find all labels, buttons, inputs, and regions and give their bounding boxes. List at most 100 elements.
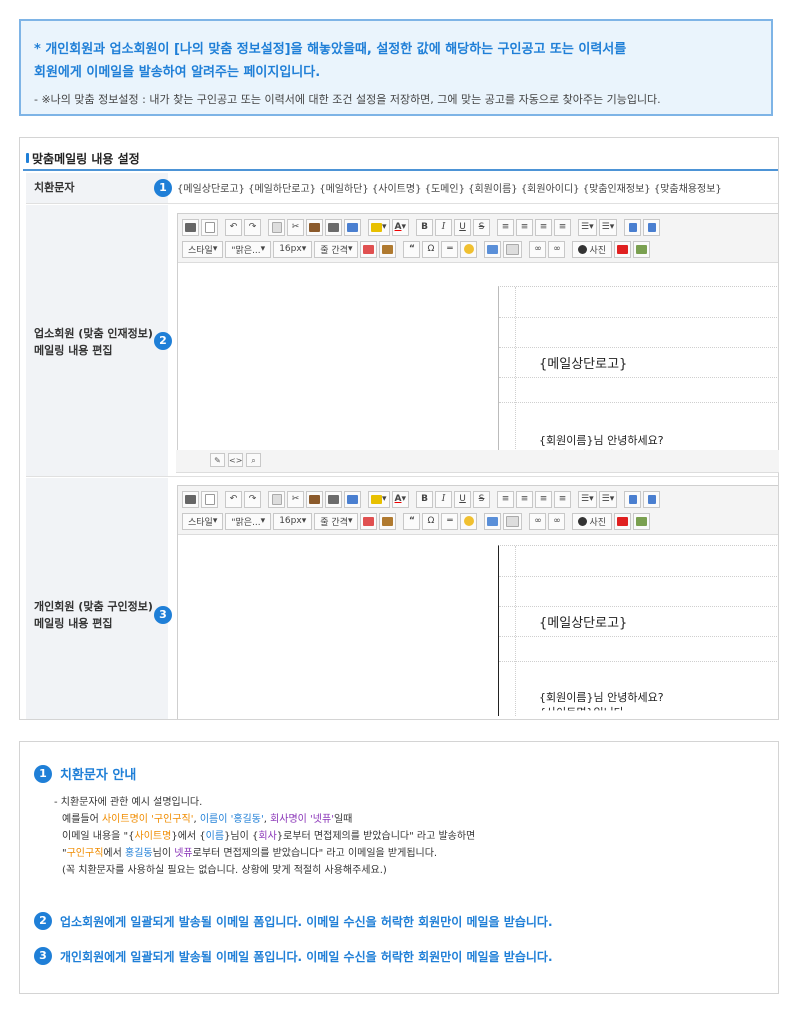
- quote-button[interactable]: “: [403, 512, 421, 530]
- guide-note: (꼭 치환문자를 사용하실 필요는 없습니다. 상황에 맞게 적절히 사용해주세…: [62, 865, 387, 876]
- spellcheck-icon[interactable]: ▾: [368, 490, 390, 508]
- redo-icon[interactable]: ↷: [244, 218, 261, 236]
- link-icon[interactable]: ∞: [529, 240, 547, 258]
- template-logo-code: {메일상단로고}: [539, 357, 628, 372]
- strike-button[interactable]: S: [473, 218, 491, 236]
- align-left-icon[interactable]: ≡: [497, 490, 515, 508]
- outdent-icon[interactable]: [643, 490, 661, 508]
- bullet-list-icon[interactable]: ☰▾: [598, 218, 618, 236]
- hr-icon[interactable]: ═: [441, 512, 459, 530]
- unlink-icon[interactable]: ∞: [548, 512, 566, 530]
- photo-button[interactable]: 사진: [572, 240, 613, 258]
- video-icon[interactable]: [614, 240, 632, 258]
- preview-mode-icon[interactable]: ⌕: [246, 453, 261, 467]
- table-icon[interactable]: [484, 512, 502, 530]
- eraser-icon[interactable]: [360, 240, 378, 258]
- image-block-icon[interactable]: [503, 240, 523, 258]
- special-char-button[interactable]: Ω: [422, 240, 440, 258]
- align-left-icon[interactable]: ≡: [497, 218, 515, 236]
- bullet-list-icon[interactable]: ☰▾: [598, 490, 618, 508]
- select-all-icon[interactable]: [344, 490, 361, 508]
- paste-icon[interactable]: [306, 218, 323, 236]
- font-dropdown[interactable]: "맑은... ▾: [225, 512, 272, 530]
- eraser-icon[interactable]: [360, 512, 378, 530]
- underline-button[interactable]: U: [454, 490, 472, 508]
- paste-text-icon[interactable]: [325, 490, 342, 508]
- redo-icon[interactable]: ↷: [244, 490, 261, 508]
- line-spacing-dropdown[interactable]: 줄 간격 ▾: [314, 240, 359, 258]
- align-right-icon[interactable]: ≡: [535, 490, 553, 508]
- video-icon[interactable]: [614, 512, 632, 530]
- special-char-button[interactable]: Ω: [422, 512, 440, 530]
- ordered-list-icon[interactable]: ☰▾: [578, 490, 597, 508]
- emoticon-icon[interactable]: [460, 240, 478, 258]
- notice-line-3: - ※나의 맞춤 정보설정 : 내가 찾는 구인공고 또는 이력서에 대한 조건…: [34, 93, 661, 106]
- guide-mail-sample: 이메일 내용을 "{사이트명}에서 {이름}님이 {회사}로부터 면접제의를 받…: [62, 831, 476, 842]
- align-right-icon[interactable]: ≡: [535, 218, 553, 236]
- photo-button[interactable]: 사진: [572, 512, 613, 530]
- cut-icon[interactable]: ✂: [287, 490, 304, 508]
- new-page-icon[interactable]: [201, 490, 218, 508]
- align-justify-icon[interactable]: ≡: [554, 490, 572, 508]
- paint-icon[interactable]: [379, 240, 397, 258]
- label-cell-business: 업소회원 (맞춤 인재정보) 메일링 내용 편집: [26, 205, 168, 476]
- font-size-dropdown[interactable]: 16px ▾: [273, 512, 313, 530]
- hr-icon[interactable]: ═: [441, 240, 459, 258]
- undo-icon[interactable]: ↶: [225, 490, 242, 508]
- font-color-icon[interactable]: A ▾: [391, 218, 410, 236]
- undo-icon[interactable]: ↶: [225, 218, 242, 236]
- font-color-icon[interactable]: A ▾: [391, 490, 410, 508]
- outdent-icon[interactable]: [643, 218, 661, 236]
- indent-icon[interactable]: [624, 218, 642, 236]
- emoticon-icon[interactable]: [460, 512, 478, 530]
- table-icon[interactable]: [484, 240, 502, 258]
- select-all-icon[interactable]: [344, 218, 361, 236]
- style-dropdown[interactable]: 스타일 ▾: [182, 240, 224, 258]
- style-dropdown[interactable]: 스타일 ▾: [182, 512, 224, 530]
- line-spacing-dropdown[interactable]: 줄 간격 ▾: [314, 512, 359, 530]
- guide-item-2: 2 업소회원에게 일괄되게 발송될 이메일 폼입니다. 이메일 수신을 허락한 …: [34, 912, 553, 930]
- badge-2-icon: 2: [154, 332, 172, 350]
- edit-mode-icon[interactable]: ✎: [210, 453, 225, 467]
- strike-button[interactable]: S: [473, 490, 491, 508]
- personal-mail-editor[interactable]: ↶ ↷ ✂ ▾ A ▾ B I U S ≡ ≡ ≡ ≡ ☰▾ ☰▾ 스타일 ▾ …: [177, 485, 778, 719]
- cut-icon[interactable]: ✂: [287, 218, 304, 236]
- italic-button[interactable]: I: [435, 218, 453, 236]
- paste-icon[interactable]: [306, 490, 323, 508]
- spellcheck-icon[interactable]: ▾: [368, 218, 390, 236]
- toolbar-row-1: ↶ ↷ ✂ ▾ A ▾ B I U S ≡ ≡ ≡ ≡ ☰▾ ☰▾: [182, 217, 662, 237]
- align-justify-icon[interactable]: ≡: [554, 218, 572, 236]
- paint-icon[interactable]: [379, 512, 397, 530]
- guide-desc: - 치환문자에 관한 예시 설명입니다.: [54, 797, 203, 808]
- italic-button[interactable]: I: [435, 490, 453, 508]
- business-mail-editor[interactable]: ↶ ↷ ✂ ▾ A ▾ B I U S ≡ ≡ ≡ ≡ ☰▾ ☰▾ 스타일 ▾ …: [177, 213, 778, 451]
- align-center-icon[interactable]: ≡: [516, 490, 534, 508]
- font-dropdown[interactable]: "맑은... ▾: [225, 240, 272, 258]
- editor-canvas[interactable]: {메일상단로고} {회원이름}님 안녕하세요? {사이트명}입니다.: [178, 263, 778, 450]
- copy-icon[interactable]: [268, 490, 285, 508]
- quote-button[interactable]: “: [403, 240, 421, 258]
- media-icon[interactable]: [633, 240, 651, 258]
- bold-button[interactable]: B: [416, 490, 434, 508]
- editor-toolbar: ↶ ↷ ✂ ▾ A ▾ B I U S ≡ ≡ ≡ ≡ ☰▾ ☰▾ 스타일 ▾ …: [178, 486, 778, 535]
- ordered-list-icon[interactable]: ☰▾: [578, 218, 597, 236]
- font-size-dropdown[interactable]: 16px ▾: [273, 240, 313, 258]
- indent-icon[interactable]: [624, 490, 642, 508]
- link-icon[interactable]: ∞: [529, 512, 547, 530]
- guide-example: 예를들어 사이트명이 '구인구직', 이름이 '홍길동', 회사명이 '넷퓨'일…: [62, 814, 353, 825]
- bold-button[interactable]: B: [416, 218, 434, 236]
- paste-text-icon[interactable]: [325, 218, 342, 236]
- editor-canvas[interactable]: {메일상단로고} {회원이름}님 안녕하세요? {사이트명}입니다.: [178, 535, 778, 719]
- html-mode-icon[interactable]: <>: [228, 453, 243, 467]
- copy-icon[interactable]: [268, 218, 285, 236]
- new-page-icon[interactable]: [201, 218, 218, 236]
- underline-button[interactable]: U: [454, 218, 472, 236]
- image-block-icon[interactable]: [503, 512, 523, 530]
- print-icon[interactable]: [182, 490, 199, 508]
- print-icon[interactable]: [182, 218, 199, 236]
- unlink-icon[interactable]: ∞: [548, 240, 566, 258]
- notice-line-2: 회원에게 이메일을 발송하여 알려주는 페이지입니다.: [34, 65, 321, 80]
- align-center-icon[interactable]: ≡: [516, 218, 534, 236]
- media-icon[interactable]: [633, 512, 651, 530]
- toolbar-row-2: 스타일 ▾ "맑은... ▾ 16px ▾ 줄 간격 ▾ “ Ω ═ ∞ ∞ 사진: [182, 239, 652, 259]
